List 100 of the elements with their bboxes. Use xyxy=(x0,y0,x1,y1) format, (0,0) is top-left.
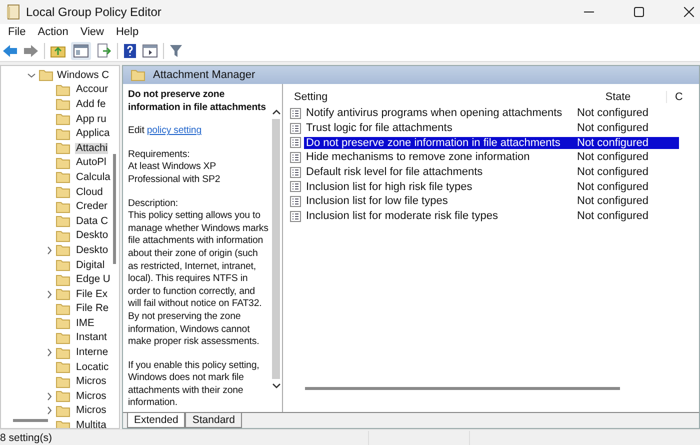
folder-icon xyxy=(56,390,70,402)
setting-name: Default risk level for file attachments xyxy=(305,166,484,178)
policy-icon xyxy=(290,210,301,222)
chevron-icon[interactable] xyxy=(45,348,54,358)
chevron-icon[interactable] xyxy=(27,70,36,80)
folder-up-icon[interactable] xyxy=(50,44,66,58)
folder-icon xyxy=(56,332,70,344)
tree-item[interactable]: File Re xyxy=(75,303,110,314)
table-row[interactable]: Inclusion list for high risk file types Not configured xyxy=(290,179,699,194)
tree-item[interactable]: Attachi xyxy=(75,142,108,154)
scrollbar-thumb[interactable] xyxy=(272,119,280,379)
scroll-up-icon[interactable] xyxy=(272,109,280,115)
description-text: If you enable this policy setting, Windows does not mark file attachments with their zone information. xyxy=(128,360,260,410)
tree-item[interactable]: Cloud xyxy=(75,186,104,198)
forward-arrow-icon[interactable] xyxy=(23,44,39,58)
window-title: Local Group Policy Editor xyxy=(26,5,162,19)
tree-item[interactable]: Applica xyxy=(75,128,111,140)
tree-item[interactable]: Multita xyxy=(75,420,108,428)
table-row[interactable]: Default risk level for file attachments Not configured xyxy=(290,164,699,180)
console-tree-icon[interactable] xyxy=(71,42,91,60)
view-tab[interactable]: Standard xyxy=(185,413,242,428)
setting-state: Not configured xyxy=(569,136,679,149)
scroll-down-icon[interactable] xyxy=(272,383,280,389)
table-row[interactable]: Do not preserve zone information in file attachments Not configured xyxy=(290,135,699,150)
tree-item[interactable]: Digital xyxy=(75,260,106,271)
tree-item[interactable]: File Ex xyxy=(75,288,108,300)
export-list-icon[interactable] xyxy=(96,42,112,58)
policy-icon xyxy=(290,166,301,178)
tree-item[interactable]: Micros xyxy=(75,390,108,402)
close-icon[interactable] xyxy=(684,7,694,17)
action-pane-icon[interactable] xyxy=(142,44,158,58)
setting-name: Hide mechanisms to remove zone information xyxy=(305,151,531,164)
folder-icon xyxy=(56,113,70,126)
setting-name: Inclusion list for high risk file types xyxy=(305,180,474,193)
setting-state: Not configured xyxy=(576,210,650,222)
setting-state: Not configured xyxy=(576,180,650,193)
tree-item[interactable]: Locatic xyxy=(75,362,110,373)
status-text: 8 setting(s) xyxy=(0,432,52,444)
description-label: Description: xyxy=(128,198,179,210)
folder-icon xyxy=(56,376,70,388)
tree-item[interactable]: Creder xyxy=(75,201,108,212)
tree-item[interactable]: Micros xyxy=(75,405,108,416)
tree-item[interactable]: AutoPl xyxy=(75,157,108,168)
maximize-icon[interactable] xyxy=(634,7,644,17)
folder-icon xyxy=(56,244,70,256)
policy-setting-link[interactable]: policy setting xyxy=(146,125,202,136)
header-title: Attachment Manager xyxy=(153,69,256,81)
policy-title: Do not preserve zone information in file attachments xyxy=(128,89,267,114)
requirements-label: Requirements: xyxy=(128,148,191,162)
tree-item[interactable]: Add fe xyxy=(75,98,107,110)
scrollbar[interactable] xyxy=(13,419,48,422)
folder-icon xyxy=(56,317,70,330)
tree-item[interactable]: Calcula xyxy=(75,172,112,183)
tree-item[interactable]: Deskto xyxy=(75,244,110,256)
chevron-icon[interactable] xyxy=(45,246,54,255)
menu-item[interactable]: Help xyxy=(110,26,145,38)
scrollbar[interactable] xyxy=(305,387,620,390)
tree-item[interactable]: App ru xyxy=(75,114,108,125)
menu-item[interactable]: File xyxy=(2,26,32,38)
policy-icon xyxy=(290,137,301,148)
menu-item[interactable]: Action xyxy=(32,26,74,38)
chevron-icon[interactable] xyxy=(45,290,54,299)
setting-state: Not configured xyxy=(576,166,650,178)
tree-item[interactable]: Instant xyxy=(75,332,108,344)
column-header[interactable]: C xyxy=(666,91,683,103)
folder-icon xyxy=(56,420,70,428)
tree-item[interactable]: Data C xyxy=(75,216,110,227)
tree-item[interactable]: Interne xyxy=(75,347,110,358)
tree-item[interactable]: Windows C xyxy=(56,70,110,81)
table-row[interactable]: Hide mechanisms to remove zone information Not configured xyxy=(290,150,699,165)
tree-item[interactable]: Accour xyxy=(75,84,110,96)
folder-icon xyxy=(56,186,70,198)
view-tab[interactable]: Extended xyxy=(127,413,186,428)
tree-item[interactable]: Deskto xyxy=(75,230,110,242)
help-icon[interactable] xyxy=(123,42,137,58)
tree-item[interactable]: IME xyxy=(75,318,96,329)
folder-icon xyxy=(39,69,53,82)
scrollbar[interactable] xyxy=(113,154,116,264)
table-row[interactable]: Inclusion list for moderate risk file types Not configured xyxy=(290,208,699,224)
app-icon xyxy=(6,4,20,20)
folder-icon xyxy=(56,98,70,110)
folder-icon xyxy=(56,84,70,96)
policy-icon xyxy=(290,152,301,163)
tree-item[interactable]: Micros xyxy=(75,376,108,388)
requirements-text: At least Windows XP Professional with SP2 xyxy=(128,161,222,187)
setting-name: Inclusion list for low file types xyxy=(305,195,449,208)
filter-icon[interactable] xyxy=(169,44,183,58)
table-row[interactable]: Trust logic for file attachments Not configured xyxy=(290,120,699,136)
setting-state: Not configured xyxy=(576,151,650,164)
setting-name: Inclusion list for moderate risk file types xyxy=(305,210,499,222)
column-header[interactable]: Setting xyxy=(290,91,570,103)
table-row[interactable]: Inclusion list for low file types Not configured xyxy=(290,194,699,209)
folder-icon xyxy=(56,230,70,242)
column-header[interactable]: State xyxy=(570,91,666,103)
tree-item[interactable]: Edge U xyxy=(75,274,112,286)
description-text: This policy setting allows you to manage whether Windows marks file attachments with information about their zone of origin (such as restricted, Internet, intranet, local). This requires NTFS in order to function correctly, and will fail without notice on FAT32. By not preserving the zone information, Windows cannot make proper risk assessments. xyxy=(128,210,270,349)
table-row[interactable]: Notify antivirus programs when opening attachments Not configured xyxy=(290,106,699,121)
back-arrow-icon[interactable] xyxy=(2,44,18,58)
menu-item[interactable]: View xyxy=(74,26,110,38)
setting-state: Not configured xyxy=(576,195,650,208)
